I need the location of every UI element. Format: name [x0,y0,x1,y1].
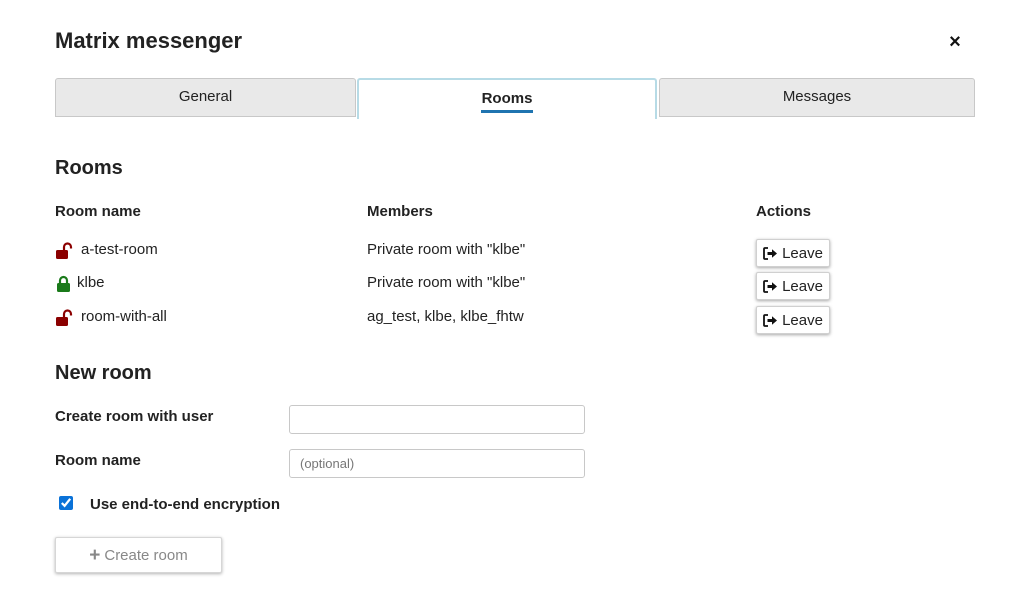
encryption-label: Use end-to-end encryption [90,496,281,513]
col-header-room-name: Room name [55,203,141,220]
room-members: Private room with "klbe" [367,274,526,291]
room-name: a-test-room [81,241,158,258]
tab-rooms[interactable]: Rooms [357,78,657,119]
create-with-user-label: Create room with user [55,408,214,425]
create-room-label: Create room [104,546,188,564]
sign-out-icon [763,279,778,293]
room-name: room-with-all [81,308,167,325]
tab-bar: General Rooms Messages [55,78,975,119]
tab-rooms-label: Rooms [480,88,534,113]
leave-label: Leave [782,277,823,295]
create-room-button[interactable]: + Create room [55,537,222,573]
rooms-heading: Rooms [55,157,123,179]
room-members: Private room with "klbe" [367,241,526,258]
sign-out-icon [763,246,778,260]
leave-label: Leave [782,244,823,262]
room-row: room-with-all ag_test, klbe, klbe_fhtw L… [55,306,855,336]
encryption-checkbox[interactable] [59,496,73,510]
room-name-input[interactable] [289,449,585,478]
plus-icon: + [89,544,101,566]
new-room-heading: New room [55,362,152,384]
room-name: klbe [77,274,105,291]
lock-open-icon [56,309,73,326]
room-name-label: Room name [55,452,141,469]
col-header-members: Members [367,203,433,220]
lock-open-icon [56,242,73,259]
tab-messages[interactable]: Messages [659,78,975,117]
sign-out-icon [763,313,778,327]
leave-button[interactable]: Leave [756,239,830,267]
tab-messages-label: Messages [782,88,852,105]
close-icon: × [949,31,961,53]
lock-closed-icon [57,275,70,292]
user-input[interactable] [289,405,585,434]
col-header-actions: Actions [756,203,812,220]
leave-button[interactable]: Leave [756,306,830,334]
room-members: ag_test, klbe, klbe_fhtw [367,308,524,325]
leave-button[interactable]: Leave [756,272,830,300]
tab-general-label: General [178,88,233,105]
leave-label: Leave [782,311,823,329]
room-row: klbe Private room with "klbe" Leave [55,272,855,302]
tab-general[interactable]: General [55,78,356,117]
close-button[interactable]: × [944,31,966,53]
dialog-title: Matrix messenger [55,28,243,53]
matrix-messenger-dialog: Matrix messenger × General Rooms Message… [0,0,1029,606]
room-row: a-test-room Private room with "klbe" Lea… [55,239,855,269]
